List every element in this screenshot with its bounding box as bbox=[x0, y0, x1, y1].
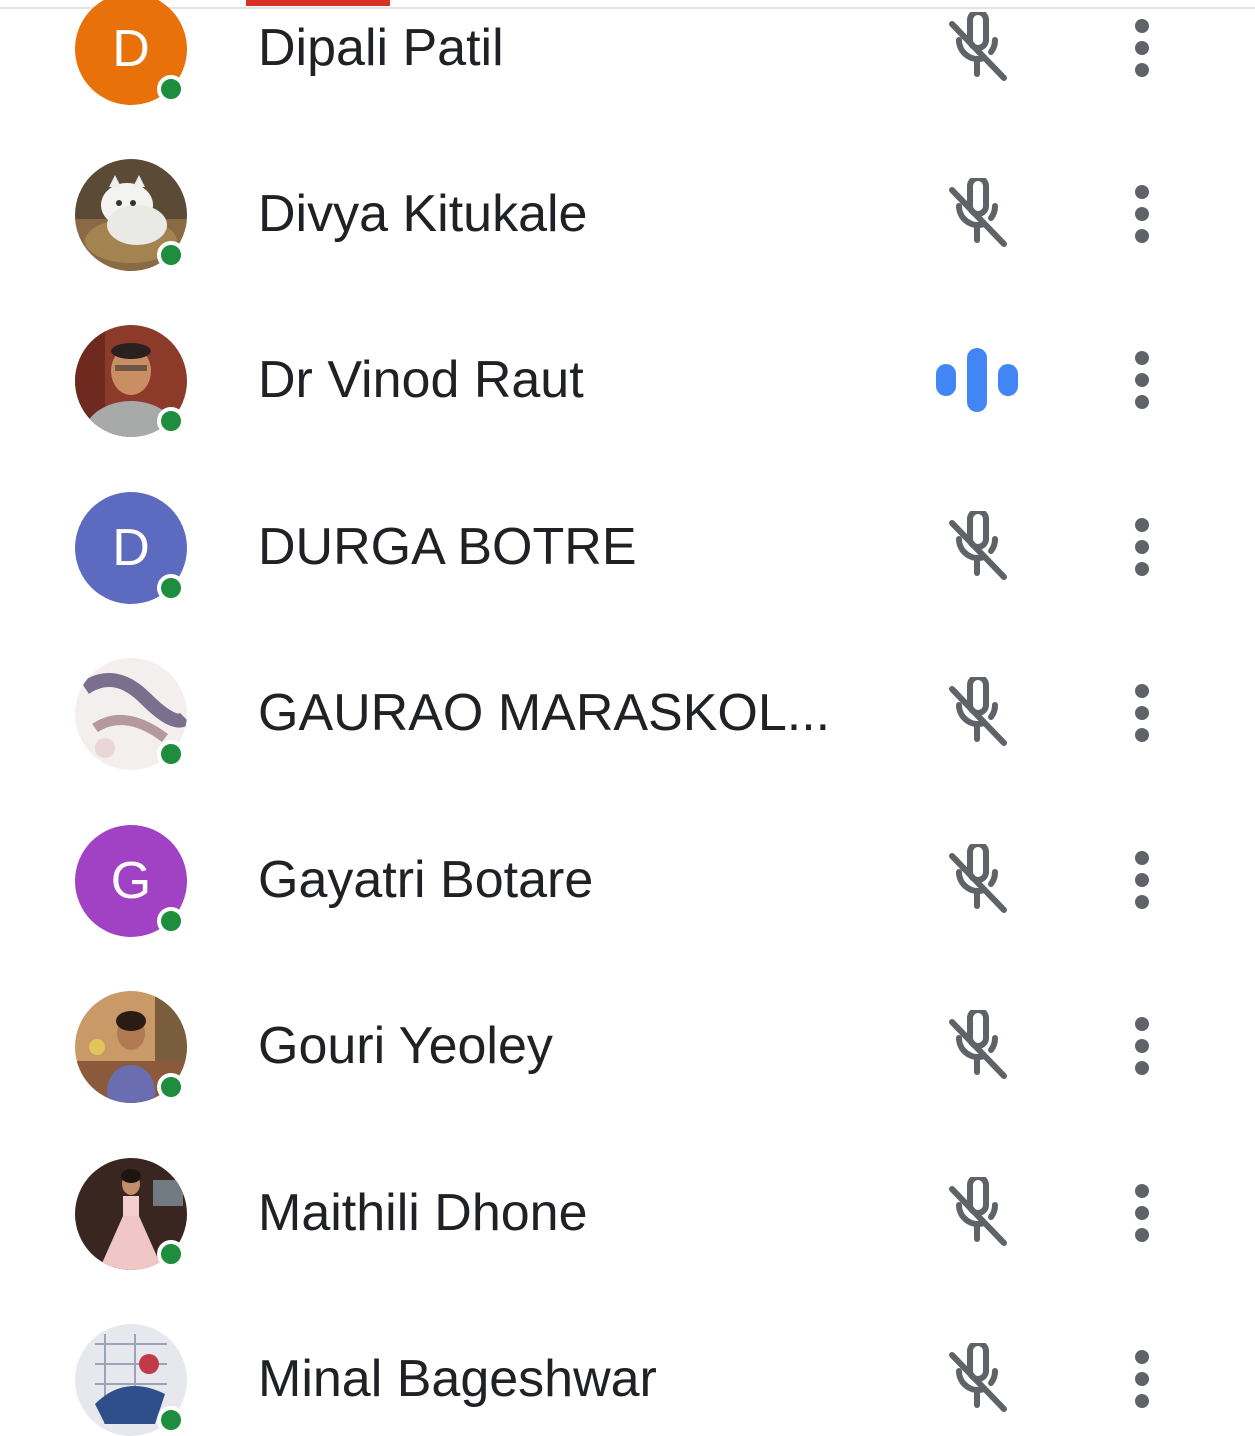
more-options-button[interactable] bbox=[1122, 1006, 1162, 1086]
more-vert-icon-dot bbox=[1135, 1039, 1149, 1053]
online-status-dot bbox=[157, 574, 185, 602]
avatar-wrapper bbox=[75, 658, 187, 770]
more-vert-icon-dot bbox=[1135, 1184, 1149, 1198]
avatar-wrapper bbox=[75, 1158, 187, 1270]
more-vert-icon-dot bbox=[1135, 185, 1149, 199]
more-vert-icon-dot bbox=[1135, 229, 1149, 243]
participant-name: Maithili Dhone bbox=[258, 1184, 588, 1242]
more-options-button[interactable] bbox=[1122, 8, 1162, 88]
more-vert-icon-dot bbox=[1135, 1228, 1149, 1242]
avatar-wrapper: D bbox=[75, 0, 187, 105]
top-divider bbox=[0, 7, 1255, 9]
more-vert-icon-dot bbox=[1135, 1350, 1149, 1364]
avatar-initial: D bbox=[112, 519, 150, 577]
online-status-dot bbox=[157, 1240, 185, 1268]
participant-name: Divya Kitukale bbox=[258, 185, 588, 243]
more-vert-icon-dot bbox=[1135, 540, 1149, 554]
more-vert-icon-dot bbox=[1135, 562, 1149, 576]
more-vert-icon-dot bbox=[1135, 684, 1149, 698]
participant-name: Gayatri Botare bbox=[258, 851, 594, 909]
avatar-wrapper bbox=[75, 991, 187, 1103]
online-status-dot bbox=[157, 75, 185, 103]
more-vert-icon-dot bbox=[1135, 373, 1149, 387]
participant-name: Minal Bageshwar bbox=[258, 1350, 657, 1408]
more-vert-icon-dot bbox=[1135, 895, 1149, 909]
more-vert-icon-dot bbox=[1135, 518, 1149, 532]
online-status-dot bbox=[157, 407, 185, 435]
speaking-indicator-icon bbox=[932, 348, 1022, 412]
online-status-dot bbox=[157, 241, 185, 269]
more-vert-icon-dot bbox=[1135, 851, 1149, 865]
avatar-wrapper: D bbox=[75, 492, 187, 604]
more-options-button[interactable] bbox=[1122, 174, 1162, 254]
online-status-dot bbox=[157, 740, 185, 768]
more-options-button[interactable] bbox=[1122, 507, 1162, 587]
more-vert-icon-dot bbox=[1135, 1394, 1149, 1408]
avatar-initial: G bbox=[110, 852, 152, 910]
online-status-dot bbox=[157, 1406, 185, 1434]
more-vert-icon-dot bbox=[1135, 873, 1149, 887]
more-vert-icon-dot bbox=[1135, 1206, 1149, 1220]
more-options-button[interactable] bbox=[1122, 1339, 1162, 1419]
participant-name: DURGA BOTRE bbox=[258, 518, 637, 576]
more-vert-icon-dot bbox=[1135, 19, 1149, 33]
more-vert-icon-dot bbox=[1135, 1061, 1149, 1075]
participant-name: Gouri Yeoley bbox=[258, 1017, 553, 1075]
more-options-button[interactable] bbox=[1122, 1173, 1162, 1253]
online-status-dot bbox=[157, 1073, 185, 1101]
more-vert-icon-dot bbox=[1135, 351, 1149, 365]
more-vert-icon-dot bbox=[1135, 1372, 1149, 1386]
more-vert-icon-dot bbox=[1135, 41, 1149, 55]
more-vert-icon-dot bbox=[1135, 63, 1149, 77]
avatar-wrapper bbox=[75, 1324, 187, 1436]
more-vert-icon-dot bbox=[1135, 728, 1149, 742]
more-options-button[interactable] bbox=[1122, 673, 1162, 753]
mic-off-icon bbox=[942, 508, 1012, 583]
more-options-button[interactable] bbox=[1122, 840, 1162, 920]
more-vert-icon-dot bbox=[1135, 1017, 1149, 1031]
more-vert-icon-dot bbox=[1135, 207, 1149, 221]
mic-off-icon bbox=[942, 9, 1012, 84]
mic-off-icon bbox=[942, 841, 1012, 916]
active-tab-indicator bbox=[246, 0, 390, 6]
mic-off-icon bbox=[942, 175, 1012, 250]
participant-name: GAURAO MARASKOL... bbox=[258, 684, 831, 742]
more-vert-icon-dot bbox=[1135, 706, 1149, 720]
more-vert-icon-dot bbox=[1135, 395, 1149, 409]
mic-off-icon bbox=[942, 1340, 1012, 1415]
more-options-button[interactable] bbox=[1122, 340, 1162, 420]
avatar-wrapper bbox=[75, 325, 187, 437]
participant-name: Dipali Patil bbox=[258, 19, 504, 77]
avatar-initial: D bbox=[112, 20, 150, 78]
mic-off-icon bbox=[942, 674, 1012, 749]
participant-name: Dr Vinod Raut bbox=[258, 351, 584, 409]
avatar-wrapper: G bbox=[75, 825, 187, 937]
online-status-dot bbox=[157, 907, 185, 935]
avatar-wrapper bbox=[75, 159, 187, 271]
mic-off-icon bbox=[942, 1007, 1012, 1082]
mic-off-icon bbox=[942, 1174, 1012, 1249]
